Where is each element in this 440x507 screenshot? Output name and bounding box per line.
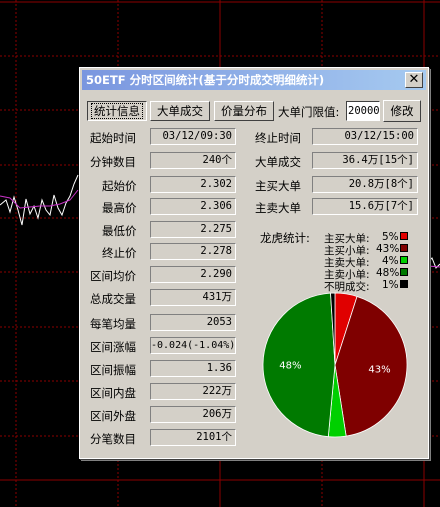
tab-statistics-label: 统计信息 xyxy=(91,103,143,119)
legend-item: 主买大单: 5% xyxy=(324,231,408,245)
interval-stats-dialog: 50ETF 分时区间统计(基于分时成交明细统计) ✕ 统计信息 大单成交 价量分… xyxy=(79,67,429,459)
stat-label: 区间内盘 xyxy=(90,386,136,400)
dragon-tiger-pie-chart: 43% 48% xyxy=(262,292,408,438)
dragon-tiger-title: 龙虎统计: xyxy=(260,231,310,245)
stat-label: 区间均价 xyxy=(90,269,136,283)
pie-slice-label: 43% xyxy=(368,364,390,375)
outer-volume-value: 206万 xyxy=(150,406,236,423)
legend-percent: 5% xyxy=(382,231,399,243)
stat-label: 最高价 xyxy=(102,201,137,215)
legend-item: 不明成交: 1% xyxy=(324,279,408,293)
legend-item: 主卖小单: 48% xyxy=(324,267,408,281)
stat-label: 主买大单 xyxy=(255,179,301,193)
avg-per-trade-value: 2053 xyxy=(150,314,236,331)
pie-slice-label: 48% xyxy=(279,360,301,371)
end-time-value: 03/12/15:00 xyxy=(312,128,418,145)
tab-large-trades[interactable]: 大单成交 xyxy=(150,101,210,121)
stat-label: 终止价 xyxy=(102,246,137,260)
stat-label: 总成交量 xyxy=(90,292,136,306)
threshold-input[interactable]: 20000 xyxy=(346,101,380,121)
tab-price-volume-label: 价量分布 xyxy=(221,104,267,118)
stat-label: 起始时间 xyxy=(90,131,136,145)
legend-swatch xyxy=(400,280,408,288)
stat-label: 每笔均量 xyxy=(90,317,136,331)
legend-swatch xyxy=(400,244,408,252)
close-icon: ✕ xyxy=(408,72,420,87)
stat-label: 最低价 xyxy=(102,224,137,238)
interval-change-value: -0.024(-1.04%) xyxy=(150,337,236,354)
threshold-label: 大单门限值: xyxy=(278,105,340,119)
stat-label: 区间外盘 xyxy=(90,409,136,423)
stat-label: 终止时间 xyxy=(255,131,301,145)
tab-price-volume[interactable]: 价量分布 xyxy=(214,101,274,121)
legend-percent: 43% xyxy=(376,243,400,255)
large-trade-value: 36.4万[15个] xyxy=(312,152,418,169)
total-volume-value: 431万 xyxy=(150,289,236,306)
modify-button[interactable]: 修改 xyxy=(383,100,421,122)
tab-large-trades-label: 大单成交 xyxy=(157,104,203,118)
legend-item: 主卖大单: 4% xyxy=(324,255,408,269)
dialog-titlebar[interactable]: 50ETF 分时区间统计(基于分时成交明细统计) ✕ xyxy=(82,70,426,90)
stat-label: 区间振幅 xyxy=(90,363,136,377)
stat-label: 分笔数目 xyxy=(90,432,136,446)
legend-swatch xyxy=(400,256,408,264)
active-sell-large-value: 15.6万[7个] xyxy=(312,198,418,215)
legend-swatch xyxy=(400,232,408,240)
inner-volume-value: 222万 xyxy=(150,383,236,400)
stat-label: 区间涨幅 xyxy=(90,340,136,354)
legend-item: 主买小单: 43% xyxy=(324,243,408,257)
start-time-value: 03/12/09:30 xyxy=(150,128,236,145)
avg-price-value: 2.290 xyxy=(150,266,236,283)
end-price-value: 2.278 xyxy=(150,243,236,260)
stat-label: 主卖大单 xyxy=(255,201,301,215)
amplitude-value: 1.36 xyxy=(150,360,236,377)
minute-count-value: 240个 xyxy=(150,152,236,169)
stat-label: 起始价 xyxy=(102,179,137,193)
legend-percent: 48% xyxy=(376,267,400,279)
active-buy-large-value: 20.8万[8个] xyxy=(312,176,418,193)
high-price-value: 2.306 xyxy=(150,198,236,215)
stat-label: 分钟数目 xyxy=(90,155,136,169)
close-button[interactable]: ✕ xyxy=(405,72,423,88)
start-price-value: 2.302 xyxy=(150,176,236,193)
dialog-title: 50ETF 分时区间统计(基于分时成交明细统计) xyxy=(86,73,325,87)
tick-count-value: 2101个 xyxy=(150,429,236,446)
legend-swatch xyxy=(400,268,408,276)
stat-label: 大单成交 xyxy=(255,155,301,169)
low-price-value: 2.275 xyxy=(150,221,236,238)
legend-percent: 4% xyxy=(382,255,399,267)
tab-statistics[interactable]: 统计信息 xyxy=(87,101,147,121)
